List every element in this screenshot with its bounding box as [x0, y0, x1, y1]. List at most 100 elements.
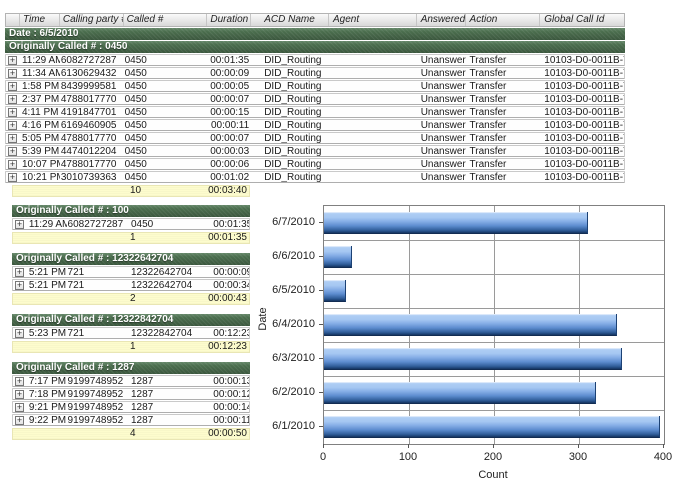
cell: 0450	[130, 219, 213, 229]
table-row[interactable]: +2:37 PM4788017770045000:00:07DID_Routin…	[5, 93, 625, 105]
table-row[interactable]: +1:58 PM8439999581045000:00:05DID_Routin…	[5, 80, 625, 92]
cell: 00:00:07	[207, 133, 251, 143]
cell: Transfer	[466, 107, 541, 117]
cell: Transfer	[466, 133, 541, 143]
expand-icon[interactable]: +	[15, 416, 24, 425]
cell: Transfer	[466, 55, 541, 65]
y-tick-label: 6/3/2010	[257, 352, 315, 364]
expand-icon[interactable]: +	[15, 329, 24, 338]
expand-icon[interactable]: +	[8, 134, 17, 143]
cell: 2:37 PM	[20, 94, 60, 104]
table-row[interactable]: +4:11 PM4191847701045000:00:15DID_Routin…	[5, 106, 625, 118]
cell: 00:00:34	[213, 280, 249, 290]
cell: 10103-D0-0011B-772	[540, 107, 624, 117]
chart-bar	[324, 382, 596, 404]
expand-icon[interactable]: +	[8, 147, 17, 156]
cell: Transfer	[466, 94, 541, 104]
table-row[interactable]: +5:21 PM7211232264270400:00:34	[12, 279, 250, 291]
expand-icon[interactable]: +	[15, 268, 24, 277]
column-header-global-call-id[interactable]: Global Call Id	[540, 14, 624, 26]
group-section: Originally Called # : 100+11:29 AM608272…	[12, 205, 250, 244]
table-row[interactable]: +11:29 AM6082727287045000:01:35	[12, 218, 250, 230]
column-header-action[interactable]: Action	[466, 14, 541, 26]
expand-icon[interactable]: +	[15, 281, 24, 290]
column-header-called[interactable]: Called #	[124, 14, 208, 26]
y-tick-label: 6/2/2010	[257, 386, 315, 398]
table-row[interactable]: +7:18 PM9199748952128700:00:12	[12, 388, 250, 400]
date-group-band: Date : 6/5/2010	[5, 28, 625, 40]
cell: 10103-D0-0011B-76F	[540, 68, 624, 78]
table-row[interactable]: +4:16 PM6169460905045000:00:11DID_Routin…	[5, 119, 625, 131]
chart-xaxis-title: Count	[323, 469, 663, 481]
originally-called-band: Originally Called # : 0450	[5, 41, 625, 53]
cell: 0450	[124, 81, 208, 91]
column-header-duration[interactable]: Duration	[207, 14, 251, 26]
cell: 1287	[130, 415, 213, 425]
cell: 4788017770	[60, 159, 124, 169]
column-header-calling-party[interactable]: Calling party #	[60, 14, 124, 26]
originally-called-band: Originally Called # : 12322642704	[12, 253, 250, 265]
y-axis-tick	[319, 426, 323, 427]
cell: Transfer	[466, 120, 541, 130]
expand-icon[interactable]: +	[8, 56, 17, 65]
x-axis-tick	[323, 444, 324, 448]
table-body: +11:29 AM6082727287045000:01:35DID_Routi…	[5, 54, 625, 183]
x-axis-tick	[408, 444, 409, 448]
cell: 00:00:13	[213, 376, 249, 386]
cell: 00:00:12	[213, 389, 249, 399]
table-row[interactable]: +10:21 PM3010739363045000:01:02DID_Routi…	[5, 171, 625, 183]
expand-icon[interactable]: +	[8, 173, 17, 182]
cell: 0450	[124, 55, 208, 65]
expand-icon[interactable]: +	[8, 69, 17, 78]
table-row[interactable]: +5:05 PM4788017770045000:00:07DID_Routin…	[5, 132, 625, 144]
cell: 721	[67, 328, 130, 338]
summary-total-duration: 00:12:23	[208, 342, 249, 352]
table-row[interactable]: +11:29 AM6082727287045000:01:35DID_Routi…	[5, 54, 625, 66]
cell	[329, 146, 417, 156]
cell: 00:00:09	[213, 267, 249, 277]
expand-icon[interactable]: +	[8, 95, 17, 104]
cell: 10103-D0-0011B-774	[540, 133, 624, 143]
cell: 00:01:35	[213, 219, 249, 229]
cell: DID_Routing	[251, 94, 329, 104]
expand-cell: +	[13, 389, 27, 399]
expand-icon[interactable]: +	[8, 82, 17, 91]
group-sections: Originally Called # : 100+11:29 AM608272…	[12, 205, 250, 449]
expand-icon[interactable]: +	[15, 403, 24, 412]
table-row[interactable]: +10:07 PM4788017770045000:00:06DID_Routi…	[5, 158, 625, 170]
table-row[interactable]: +9:22 PM9199748952128700:00:11	[12, 414, 250, 426]
gridline-horizontal	[324, 410, 664, 411]
expand-icon[interactable]: +	[8, 160, 17, 169]
expand-icon[interactable]: +	[15, 377, 24, 386]
expand-icon[interactable]: +	[8, 108, 17, 117]
table-row[interactable]: +5:21 PM7211232264270400:00:09	[12, 266, 250, 278]
column-header-agent[interactable]: Agent	[329, 14, 417, 26]
table-row[interactable]: +5:39 PM4474012204045000:00:03DID_Routin…	[5, 145, 625, 157]
cell: 5:39 PM	[20, 146, 60, 156]
table-row[interactable]: +5:23 PM7211232284270400:12:23	[12, 327, 250, 339]
expand-cell: +	[6, 107, 20, 117]
column-header-time[interactable]: Time	[20, 14, 60, 26]
cell: Transfer	[466, 159, 541, 169]
column-header-acd-name[interactable]: ACD Name	[251, 14, 329, 26]
table-row[interactable]: +7:17 PM9199748952128700:00:13	[12, 375, 250, 387]
y-tick-label: 6/7/2010	[257, 216, 315, 228]
cell: 0450	[124, 159, 208, 169]
expand-icon[interactable]: +	[15, 390, 24, 399]
cell: 10:07 PM	[20, 159, 60, 169]
table-row[interactable]: +9:21 PM9199748952128700:00:14	[12, 401, 250, 413]
cell: 00:00:05	[207, 81, 251, 91]
expand-icon[interactable]: +	[15, 220, 24, 229]
originally-called-band: Originally Called # : 100	[12, 205, 250, 217]
cell: 6169460905	[60, 120, 124, 130]
cell: 5:21 PM	[27, 267, 67, 277]
call-detail-table: Time Calling party # Called # Duration A…	[5, 13, 625, 197]
column-header-answered[interactable]: Answered	[417, 14, 466, 26]
cell: Unanswered	[417, 94, 466, 104]
expand-icon[interactable]: +	[8, 121, 17, 130]
table-row[interactable]: +11:34 AM6130629432045000:00:09DID_Routi…	[5, 67, 625, 79]
cell: 9199748952	[67, 415, 130, 425]
cell: 00:12:23	[213, 328, 249, 338]
group-section: Originally Called # : 1287+7:17 PM919974…	[12, 362, 250, 440]
cell	[329, 172, 417, 182]
